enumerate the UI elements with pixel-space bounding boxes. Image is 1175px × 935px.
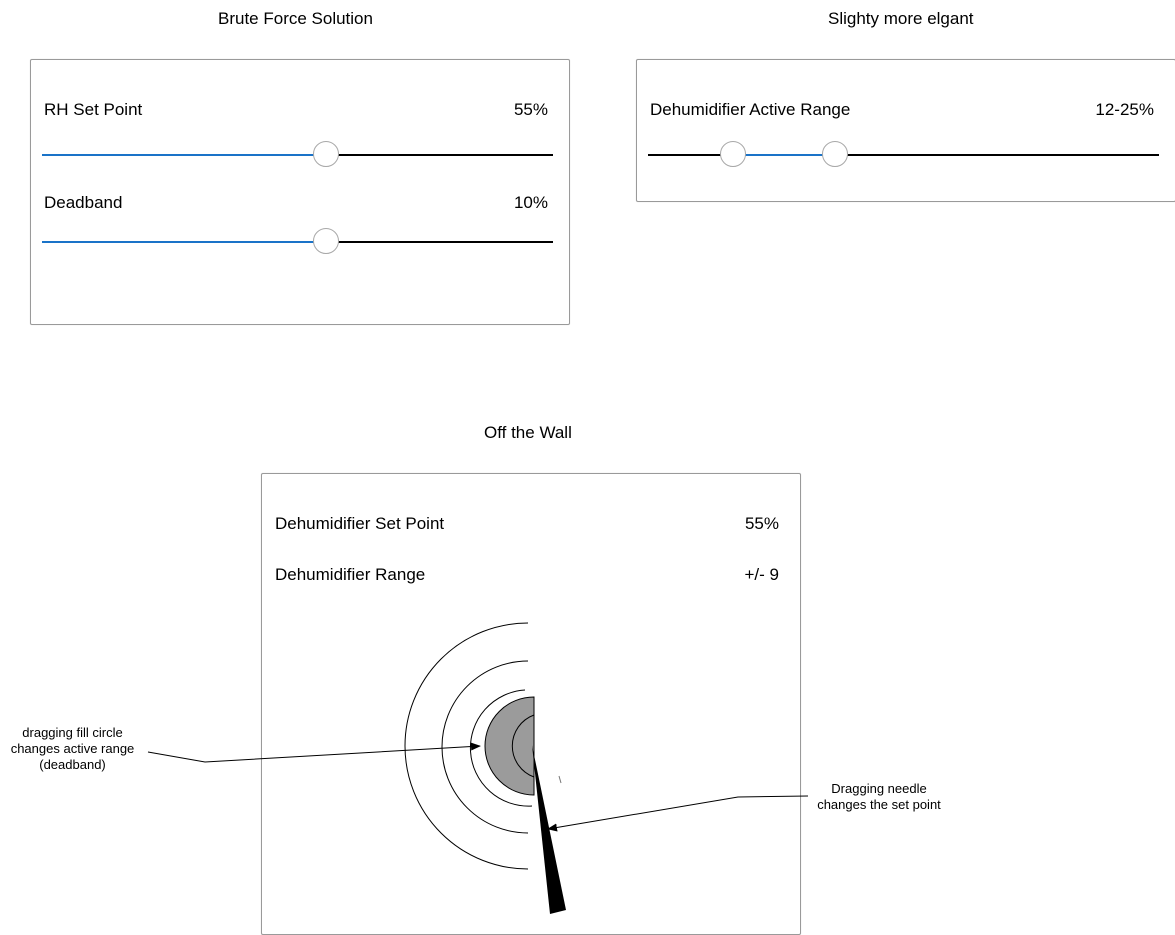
annotation-line: (deadband) bbox=[39, 757, 106, 772]
dial-tick bbox=[558, 775, 562, 784]
annotation-line: changes the set point bbox=[817, 797, 941, 812]
needle-arrow bbox=[547, 795, 809, 832]
range-fill-circle[interactable] bbox=[484, 696, 535, 796]
fill-circle-annotation: dragging fill circle changes active rang… bbox=[5, 725, 140, 773]
fill-circle-arrow bbox=[147, 742, 481, 763]
dial-diagram bbox=[147, 622, 809, 914]
annotation-line: changes active range bbox=[10, 741, 135, 756]
annotation-line: Dragging needle bbox=[831, 781, 927, 796]
annotation-line: dragging fill circle bbox=[22, 725, 123, 740]
set-point-needle[interactable] bbox=[532, 745, 566, 914]
needle-annotation: Dragging needle changes the set point bbox=[808, 781, 950, 813]
